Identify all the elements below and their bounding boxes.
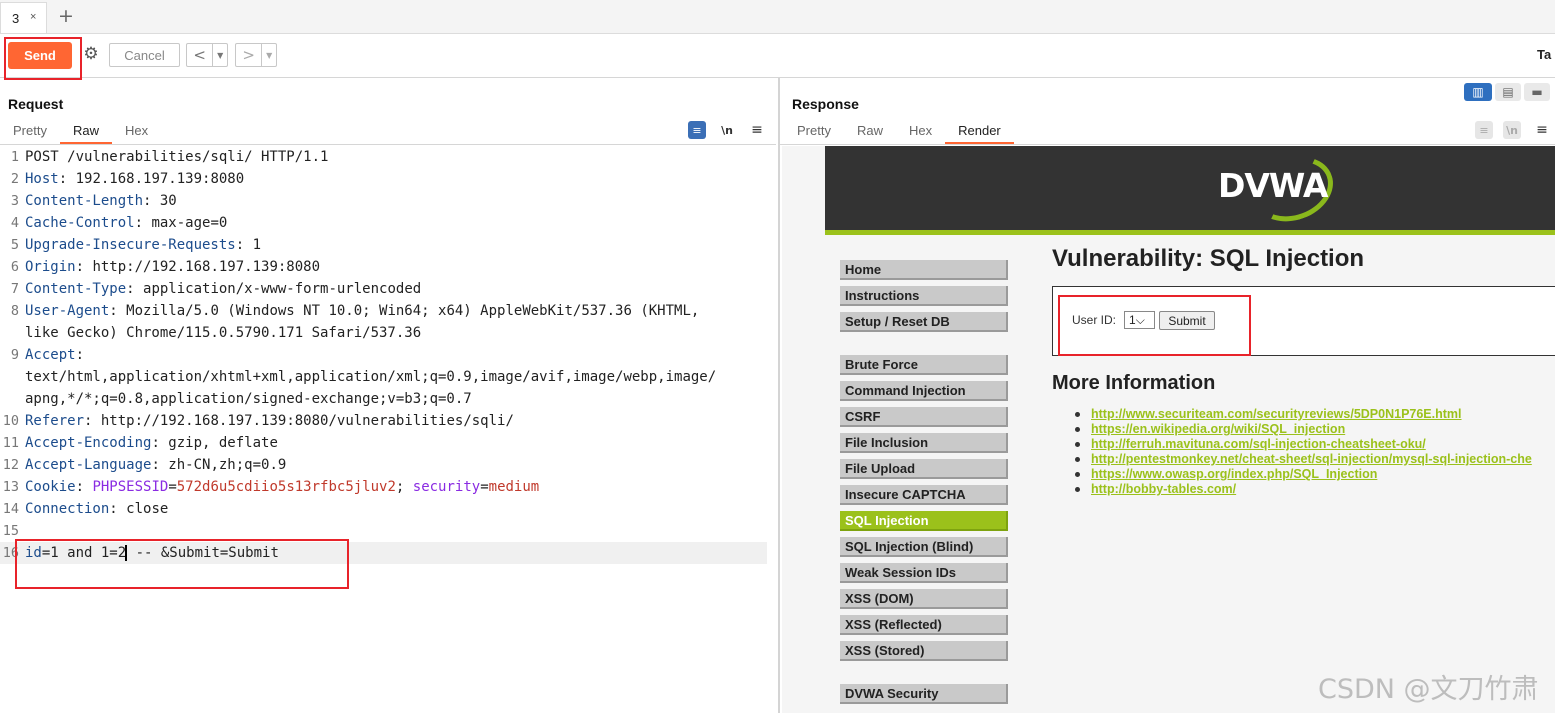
newline-icon[interactable]: \n: [1503, 121, 1521, 139]
back-arrow-icon[interactable]: <: [187, 44, 214, 66]
dvwa-menu-item-insecure-captcha[interactable]: Insecure CAPTCHA: [840, 485, 1008, 505]
single-view-icon[interactable]: ▬: [1524, 83, 1550, 101]
dvwa-menu-item-setup-reset-db[interactable]: Setup / Reset DB: [840, 312, 1008, 332]
dvwa-logo: DVWA: [1218, 166, 1328, 205]
wrap-lines-icon[interactable]: ≡: [688, 121, 706, 139]
back-dropdown-icon[interactable]: ▼: [213, 44, 227, 66]
code-line: 4 Cache-Control: max-age=0: [10, 215, 228, 231]
request-editor[interactable]: 1 POST /vulnerabilities/sqli/ HTTP/1.1 2H…: [0, 146, 776, 713]
reference-link[interactable]: http://ferruh.mavituna.com/sql-injection…: [1075, 437, 1532, 452]
response-tab-divider: [780, 144, 1555, 145]
reference-link[interactable]: https://www.owasp.org/index.php/SQL_Inje…: [1075, 467, 1532, 482]
history-back-group: < ▼: [186, 43, 228, 67]
code-line-wrapped: apng,*/*;q=0.8,application/signed-exchan…: [25, 391, 472, 407]
code-line: 2 Host: 192.168.197.139:8080: [10, 171, 245, 187]
form-annotation-box: [1058, 295, 1251, 356]
dvwa-menu-item-sql-injection[interactable]: SQL Injection: [840, 511, 1008, 531]
request-tab-divider: [0, 144, 776, 145]
toolbar: Send ⚙ Cancel < ▼ > ▼ Ta: [0, 34, 1555, 80]
dvwa-menu-item-file-inclusion[interactable]: File Inclusion: [840, 433, 1008, 453]
dvwa-header-rule: [825, 230, 1555, 235]
add-tab-button[interactable]: +: [58, 5, 74, 27]
tab-label: 3: [12, 11, 20, 26]
code-line: 5 Upgrade-Insecure-Requests: 1: [10, 237, 262, 253]
code-line: 11 Accept-Encoding: gzip, deflate: [2, 435, 278, 451]
cancel-button[interactable]: Cancel: [109, 43, 180, 67]
code-line-cookie: 13 Cookie: PHPSESSID=572d6u5cdiio5s13rfbc…: [2, 479, 540, 495]
target-label[interactable]: Ta: [1537, 47, 1551, 62]
send-annotation-box: [4, 37, 82, 80]
reference-link[interactable]: https://en.wikipedia.org/wiki/SQL_inject…: [1075, 422, 1532, 437]
code-line: 6 Origin: http://192.168.197.139:8080: [10, 259, 321, 275]
code-line-wrapped: text/html,application/xhtml+xml,applicat…: [25, 369, 717, 385]
tab-pretty[interactable]: Pretty: [0, 122, 60, 142]
dvwa-menu-item-file-upload[interactable]: File Upload: [840, 459, 1008, 479]
vertical-view-icon[interactable]: ▤: [1495, 83, 1521, 101]
watermark: CSDN @文刀竹肃: [1318, 674, 1539, 705]
history-forward-group: > ▼: [235, 43, 277, 67]
code-line: 3 Content-Length: 30: [10, 193, 177, 209]
response-tabs: Pretty Raw Hex Render: [784, 122, 1014, 144]
dvwa-menu-item-home[interactable]: Home: [840, 260, 1008, 280]
wrap-lines-icon[interactable]: ≡: [1475, 121, 1493, 139]
more-info-links: http://www.securiteam.com/securityreview…: [1075, 407, 1532, 497]
dvwa-menu-item-weak-session-ids[interactable]: Weak Session IDs: [840, 563, 1008, 583]
more-info-heading: More Information: [1052, 372, 1216, 394]
response-title: Response: [792, 96, 859, 112]
code-line: 1 POST /vulnerabilities/sqli/ HTTP/1.1: [10, 149, 329, 165]
menu-icon[interactable]: ≡: [1533, 121, 1551, 139]
dvwa-menu-item-csrf[interactable]: CSRF: [840, 407, 1008, 427]
gear-icon[interactable]: ⚙: [80, 43, 102, 65]
tab-strip: 3 × +: [0, 0, 1555, 34]
tab-3[interactable]: 3 ×: [0, 2, 47, 33]
tab-raw[interactable]: Raw: [844, 122, 896, 142]
code-line-wrapped: like Gecko) Chrome/115.0.5790.171 Safari…: [25, 325, 422, 341]
dvwa-menu-item-dvwa-security[interactable]: DVWA Security: [840, 684, 1008, 704]
dvwa-menu-item-instructions[interactable]: Instructions: [840, 286, 1008, 306]
code-line: 9 Accept:: [10, 347, 85, 363]
page-title: Vulnerability: SQL Injection: [1052, 245, 1365, 272]
forward-arrow-icon[interactable]: >: [236, 44, 263, 66]
request-tabs: Pretty Raw Hex: [0, 122, 161, 144]
reference-link[interactable]: http://www.securiteam.com/securityreview…: [1075, 407, 1532, 422]
body-annotation-box: [15, 539, 349, 589]
menu-icon[interactable]: ≡: [748, 121, 766, 139]
code-line: 14 Connection: close: [2, 501, 169, 517]
code-line: 8 User-Agent: Mozilla/5.0 (Windows NT 10.…: [10, 303, 700, 319]
dvwa-header: [825, 146, 1555, 230]
reference-link[interactable]: http://bobby-tables.com/: [1075, 482, 1532, 497]
tab-hex[interactable]: Hex: [112, 122, 161, 142]
dvwa-menu-item-brute-force[interactable]: Brute Force: [840, 355, 1008, 375]
tab-close-icon[interactable]: ×: [30, 11, 36, 23]
dvwa-menu-item-xss-stored[interactable]: XSS (Stored): [840, 641, 1008, 661]
request-title: Request: [8, 96, 64, 112]
dvwa-menu-item-sql-injection-blind[interactable]: SQL Injection (Blind): [840, 537, 1008, 557]
dvwa-menu-item-xss-dom[interactable]: XSS (DOM): [840, 589, 1008, 609]
dvwa-menu-item-xss-reflected[interactable]: XSS (Reflected): [840, 615, 1008, 635]
tab-raw[interactable]: Raw: [59, 122, 112, 144]
pane-divider[interactable]: [778, 78, 780, 713]
tab-render[interactable]: Render: [945, 122, 1014, 144]
code-line: 7 Content-Type: application/x-www-form-ur…: [10, 281, 422, 297]
code-line: 12 Accept-Language: zh-CN,zh;q=0.9: [2, 457, 287, 473]
dvwa-menu-item-command-injection[interactable]: Command Injection: [840, 381, 1008, 401]
newline-icon[interactable]: \n: [718, 121, 736, 139]
tab-pretty[interactable]: Pretty: [784, 122, 844, 142]
split-view-icon[interactable]: ▥: [1464, 83, 1492, 101]
reference-link[interactable]: http://pentestmonkey.net/cheat-sheet/sql…: [1075, 452, 1532, 467]
tab-hex[interactable]: Hex: [896, 122, 945, 142]
response-render: DVWA Home Instructions Setup / Reset DB Bru…: [782, 146, 1555, 713]
code-line: 10 Referer: http://192.168.197.139:8080/v…: [2, 413, 514, 429]
forward-dropdown-icon[interactable]: ▼: [262, 44, 276, 66]
